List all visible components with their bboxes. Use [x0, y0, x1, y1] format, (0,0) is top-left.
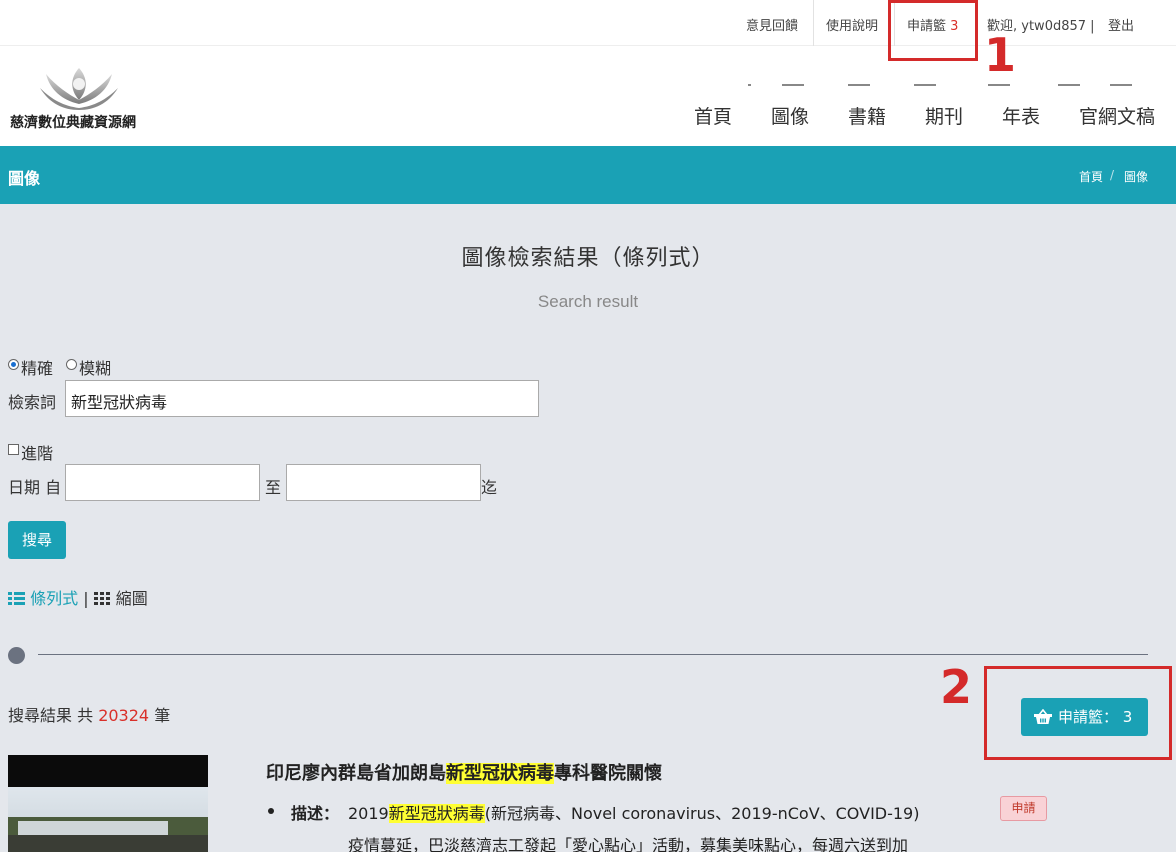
grid-view-label: 縮圖 [115, 589, 148, 608]
page-title: 圖像檢索結果（條列式） [461, 246, 715, 271]
date-to-label: 至 [265, 478, 282, 497]
view-switch: 條列式 | 縮圖 [8, 585, 148, 609]
nav-item-official-articles[interactable]: 官網文稿 [1079, 102, 1155, 129]
apply-button[interactable]: 申請 [1000, 796, 1047, 821]
keyword-label: 檢索詞 [8, 393, 57, 412]
section-bar: 圖像 首頁 / 圖像 [0, 146, 1176, 204]
result-title[interactable]: 印尼廖內群島省加朗島新型冠狀病毒專科醫院關懷 [266, 759, 662, 785]
result-count-number: 20324 [98, 706, 150, 725]
date-end-label: 迄 [481, 478, 498, 497]
divider-line [38, 654, 1148, 655]
annotation-box-1 [888, 0, 978, 61]
mode-exact-radio[interactable] [8, 359, 19, 370]
description-bullet [268, 808, 274, 814]
keyword-input[interactable]: 新型冠狀病毒 [65, 380, 539, 417]
result-count: 搜尋結果 共 20324 筆 [8, 702, 170, 726]
result-title-highlight: 新型冠狀病毒 [446, 763, 554, 784]
section-title: 圖像 [8, 169, 41, 188]
nav-decoration [748, 84, 1132, 90]
advanced-checkbox[interactable] [8, 444, 19, 455]
result-count-suffix: 筆 [154, 706, 171, 725]
view-separator: | [83, 589, 89, 608]
nav-item-images[interactable]: 圖像 [771, 102, 809, 129]
mode-exact-label: 精確 [21, 359, 54, 378]
page-subtitle: Search result [537, 292, 639, 311]
result-count-prefix: 搜尋結果 共 [8, 706, 94, 725]
description-label: 描述： [291, 804, 340, 823]
grid-icon [93, 592, 110, 605]
breadcrumb-home[interactable]: 首頁 [1079, 168, 1103, 185]
topbar-divider [813, 0, 814, 46]
nav-item-home[interactable]: 首頁 [694, 102, 732, 129]
description-line-1: 2019新型冠狀病毒(新冠病毒、Novel coronavirus、2019-n… [348, 800, 919, 824]
result-thumbnail[interactable] [8, 755, 208, 852]
logout-link[interactable]: 登出 [1108, 15, 1134, 34]
list-icon [8, 592, 25, 605]
date-from-input[interactable] [65, 464, 260, 501]
date-to-input[interactable] [286, 464, 481, 501]
result-title-part: 印尼廖內群島省加朗島 [266, 763, 446, 784]
nav-item-journals[interactable]: 期刊 [925, 102, 963, 129]
breadcrumb-separator: / [1110, 168, 1115, 182]
result-title-part: 專科醫院關懷 [554, 763, 662, 784]
date-from-label: 日期 自 [8, 478, 62, 497]
description-line-2: 疫情蔓延，巴淡慈濟志工發起「愛心點心」活動，募集美味點心，每週六送到加 [348, 836, 909, 852]
list-view-label: 條列式 [30, 589, 79, 608]
site-name: 慈濟數位典藏資源網 [10, 115, 136, 131]
divider-dot [8, 647, 25, 664]
search-button[interactable]: 搜尋 [8, 521, 66, 559]
advanced-label: 進階 [21, 444, 54, 463]
description-text: 2019 [348, 804, 389, 823]
nav-item-books[interactable]: 書籍 [848, 102, 886, 129]
tzu-chi-logo-icon[interactable] [34, 64, 124, 110]
annotation-number-2: 2 [940, 660, 973, 714]
help-link[interactable]: 使用說明 [826, 15, 878, 34]
annotation-number-1: 1 [984, 28, 1017, 82]
annotation-box-2 [984, 666, 1172, 760]
mode-fuzzy-label: 模糊 [79, 359, 112, 378]
mode-fuzzy-radio[interactable] [66, 359, 77, 370]
description-highlight: 新型冠狀病毒 [388, 804, 485, 823]
description-text: (新冠病毒、Novel coronavirus、2019-nCoV、COVID-… [484, 804, 920, 823]
nav-item-chronology[interactable]: 年表 [1002, 102, 1040, 129]
list-view-link[interactable]: 條列式 [8, 589, 83, 608]
feedback-link[interactable]: 意見回饋 [746, 15, 798, 34]
breadcrumb-current: 圖像 [1124, 170, 1149, 184]
grid-view-link[interactable]: 縮圖 [93, 589, 148, 608]
